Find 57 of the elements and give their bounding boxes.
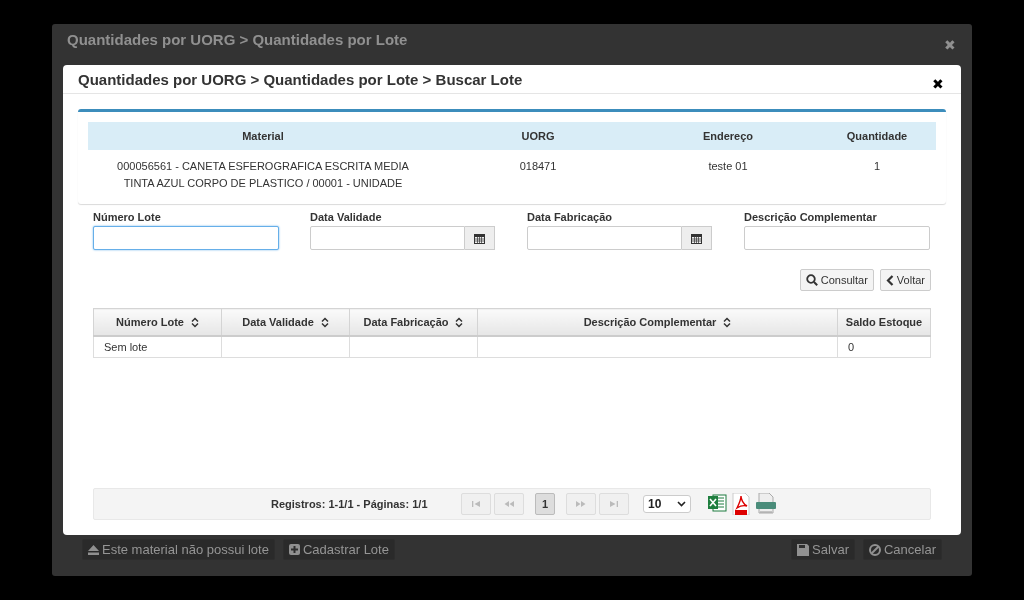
plus-icon — [288, 544, 300, 555]
add-lot-button[interactable]: Cadastrar Lote — [282, 539, 395, 560]
date-field[interactable] — [527, 226, 682, 250]
input-field[interactable] — [744, 226, 930, 250]
sort-icon[interactable] — [723, 316, 732, 328]
table-cell-text: 018471 — [518, 159, 558, 174]
column-header: Quantidade — [845, 130, 909, 142]
close-button[interactable]: ✖ — [944, 37, 956, 53]
save-button[interactable]: Salvar — [791, 539, 855, 560]
csv-file-icon[interactable] — [755, 493, 777, 515]
double-arrow-icon — [575, 500, 587, 508]
page-size-select[interactable]: 10 — [643, 495, 691, 513]
field-label: Descrição Complementar — [744, 211, 878, 223]
no-lot-button[interactable]: Este material não possui lote — [82, 539, 275, 560]
column-header[interactable]: Data Fabricação — [349, 308, 478, 336]
column-header: UORG — [520, 130, 556, 142]
table-cell-text: 1 — [872, 159, 882, 174]
caret-icon — [677, 501, 686, 507]
input-field[interactable] — [93, 226, 279, 250]
pdf-icon[interactable] — [731, 493, 751, 515]
column-header: Endereço — [701, 130, 755, 142]
table-cell: Sem lote — [93, 336, 222, 358]
column-header[interactable]: Número Lote — [93, 308, 222, 336]
dialog-title: Quantidades por UORG > Quantidades por Lote > Buscar Lote — [78, 71, 523, 90]
skip-arrow-icon — [608, 500, 620, 508]
column-header[interactable]: Descrição Complementar — [477, 308, 838, 336]
column-header: Material — [241, 130, 285, 142]
calendar-button[interactable] — [682, 226, 712, 250]
dialog-title: Quantidades por UORG > Quantidades por Lote — [67, 31, 408, 50]
table-cell-text: 000056561 - CANETA ESFEROGRAFICA ESCRITA MEDIA TINTA AZUL CORPO DE PLASTICO / 00001 - UNIDADE — [116, 159, 410, 191]
calendar-icon — [474, 232, 485, 244]
field-label: Data Validade — [310, 211, 383, 223]
page-button[interactable]: 1 — [535, 493, 555, 515]
pagination-summary: Registros: 1-1/1 - Páginas: 1/1 — [271, 498, 429, 510]
skip-arrow-icon — [470, 500, 482, 508]
eject-icon — [88, 544, 99, 555]
column-header[interactable]: Saldo Estoque — [837, 308, 931, 336]
back-button[interactable]: Voltar — [879, 269, 931, 291]
sort-icon[interactable] — [320, 316, 329, 328]
sort-icon[interactable] — [190, 316, 199, 328]
calendar-icon — [691, 232, 702, 244]
spreadsheet-icon[interactable] — [707, 493, 727, 515]
search-icon — [805, 274, 818, 286]
column-header[interactable]: Data Validade — [221, 308, 350, 336]
ban-icon — [868, 543, 881, 556]
table-cell-text: teste 01 — [707, 159, 749, 174]
chevron-left-icon — [885, 274, 894, 286]
field-label: Data Fabricação — [527, 211, 613, 223]
sort-icon[interactable] — [455, 316, 464, 328]
field-label: Número Lote — [93, 211, 162, 223]
date-field[interactable] — [310, 226, 465, 250]
table-cell: 0 — [837, 336, 931, 358]
calendar-button[interactable] — [465, 226, 495, 250]
cancel-button[interactable]: Cancelar — [862, 539, 942, 560]
double-arrow-icon — [503, 500, 515, 508]
close-button[interactable]: ✖ — [932, 76, 944, 93]
search-button[interactable]: Consultar — [799, 269, 874, 291]
